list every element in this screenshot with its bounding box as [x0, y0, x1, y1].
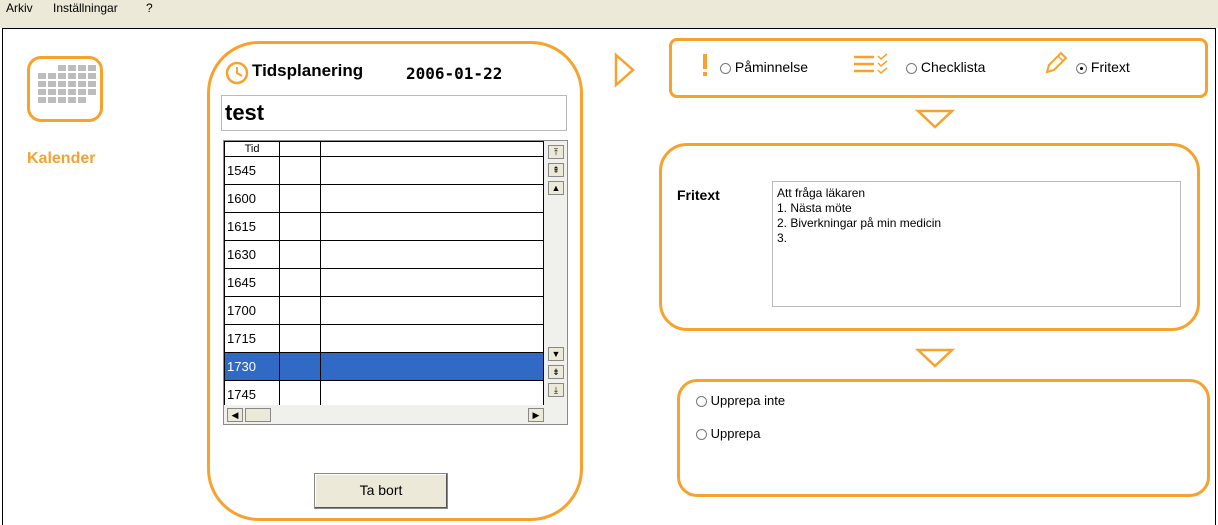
menu-installningar[interactable]: Inställningar: [53, 1, 118, 15]
fritext-label: Fritext: [677, 187, 720, 203]
exclamation-icon: [703, 54, 707, 76]
table-row[interactable]: 1615: [224, 212, 544, 241]
time-cell: 1700: [224, 296, 280, 325]
column-header-3: [320, 141, 544, 157]
planner-date: 2006-01-22: [406, 64, 503, 83]
calendar-grid-icon: [38, 65, 96, 103]
checklist-icon: [854, 53, 888, 75]
time-cell: 1645: [224, 268, 280, 297]
fritext-textarea[interactable]: Att fråga läkaren 1. Nästa möte 2. Biver…: [772, 181, 1181, 307]
table-row[interactable]: 1545: [224, 156, 544, 185]
table-row[interactable]: 1645: [224, 268, 544, 297]
option-label: Checklista: [920, 59, 986, 75]
table-row-selected[interactable]: 1730: [224, 352, 544, 381]
scroll-up-icon[interactable]: ▲: [548, 181, 564, 195]
pencil-icon: [1045, 51, 1068, 74]
radio-upprepa[interactable]: [696, 429, 707, 441]
scroll-bottom-icon[interactable]: ⤓: [548, 383, 564, 397]
option-fritext[interactable]: Fritext: [1076, 59, 1130, 75]
table-row[interactable]: 1630: [224, 240, 544, 269]
arrow-down-icon: [915, 109, 955, 129]
event-name-input[interactable]: test: [221, 95, 567, 131]
option-label: Upprepa: [710, 426, 761, 441]
option-upprepa[interactable]: Upprepa: [696, 426, 761, 441]
column-header-tid: Tid: [224, 141, 280, 157]
time-cell: 1600: [224, 184, 280, 213]
column-header-2: [279, 141, 321, 157]
menu-help[interactable]: ?: [146, 1, 153, 15]
scroll-thumb[interactable]: [245, 408, 271, 422]
radio-upprepa-inte[interactable]: [696, 396, 707, 408]
horizontal-scrollbar[interactable]: ◀ ▶: [224, 405, 567, 424]
scroll-right-icon[interactable]: ▶: [528, 408, 544, 422]
planner-title: Tidsplanering: [252, 61, 364, 80]
calendar-label: Kalender: [27, 150, 96, 167]
option-label: Påminnelse: [734, 59, 809, 75]
radio-paminnelse[interactable]: [720, 62, 731, 74]
option-checklista[interactable]: Checklista: [906, 59, 985, 75]
vertical-scrollbar[interactable]: ⤒ ⇞ ▲ ▼ ⇟ ⤓: [544, 141, 567, 405]
arrow-right-icon: [614, 52, 635, 88]
time-cell: 1630: [224, 240, 280, 269]
option-label: Fritext: [1090, 59, 1130, 75]
time-cell: 1615: [224, 212, 280, 241]
option-paminnelse[interactable]: Påminnelse: [720, 59, 808, 75]
time-grid[interactable]: Tid 1545 1600 1615 1630 1645 1700 1715 1…: [223, 140, 568, 425]
calendar-button[interactable]: [27, 56, 103, 122]
scroll-page-up-icon[interactable]: ⇞: [548, 163, 564, 177]
option-label: Upprepa inte: [710, 393, 786, 408]
radio-checklista[interactable]: [906, 62, 917, 74]
scroll-down-icon[interactable]: ▼: [548, 347, 564, 361]
delete-button[interactable]: Ta bort: [314, 473, 448, 509]
time-cell: 1730: [224, 352, 280, 381]
scroll-left-icon[interactable]: ◀: [227, 408, 243, 422]
time-table: Tid 1545 1600 1615 1630 1645 1700 1715 1…: [224, 141, 544, 409]
menu-arkiv[interactable]: Arkiv: [6, 1, 33, 15]
table-row[interactable]: 1600: [224, 184, 544, 213]
table-row[interactable]: 1715: [224, 324, 544, 353]
time-cell: 1715: [224, 324, 280, 353]
scroll-page-down-icon[interactable]: ⇟: [548, 365, 564, 379]
scroll-top-icon[interactable]: ⤒: [548, 145, 564, 159]
clock-icon: [225, 61, 249, 85]
time-cell: 1545: [224, 156, 280, 185]
menu-bar: Arkiv Inställningar ?: [0, 0, 1218, 28]
option-upprepa-inte[interactable]: Upprepa inte: [696, 393, 785, 408]
arrow-down-icon: [915, 348, 955, 368]
radio-fritext[interactable]: [1076, 62, 1087, 74]
table-row[interactable]: 1700: [224, 296, 544, 325]
